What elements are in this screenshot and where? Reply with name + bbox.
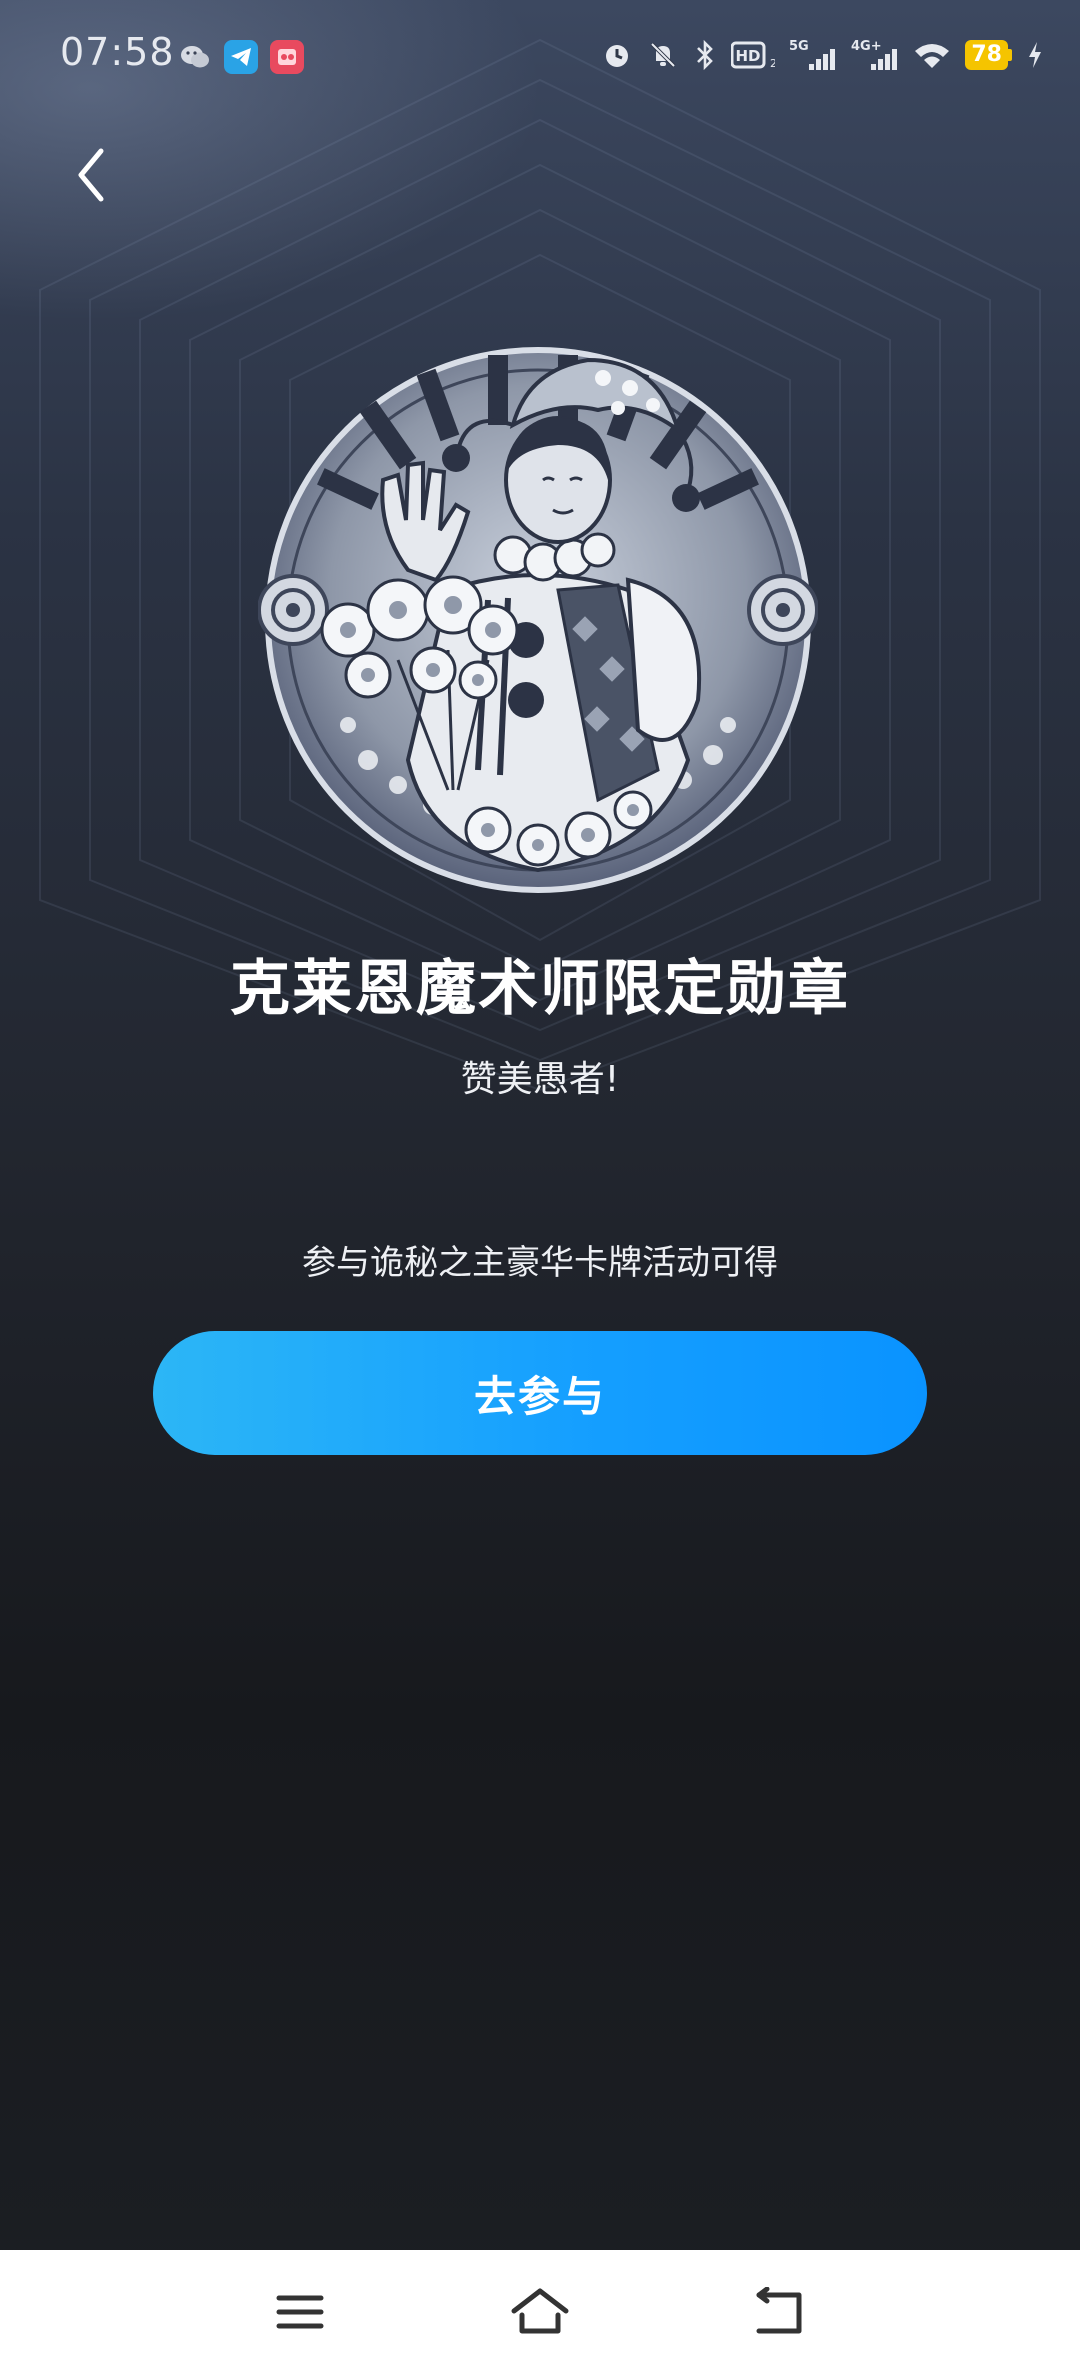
back-icon (756, 2287, 802, 2334)
status-bar: 07:58 HD 2 5G 4G+ 78 (0, 0, 1080, 110)
bluetooth-icon (697, 39, 714, 71)
chevron-left-icon (78, 148, 104, 202)
system-status-icons: HD 2 5G 4G+ 78 (601, 38, 1044, 72)
game-app-icon (270, 40, 304, 74)
badge-obtain-description: 参与诡秘之主豪华卡牌活动可得 (302, 1243, 778, 1283)
join-activity-label: 去参与 (473, 1371, 606, 1421)
badge-medal-image (258, 347, 818, 893)
badge-subtitle: 赞美愚者! (460, 1059, 620, 1100)
back-button[interactable] (60, 140, 120, 210)
nav-menu-button[interactable] (265, 2280, 335, 2344)
svg-text:5G: 5G (789, 39, 809, 54)
telegram-icon (224, 40, 258, 74)
hd-voice-icon: HD 2 (731, 41, 775, 70)
svg-text:HD: HD (736, 47, 761, 65)
system-navigation-bar (0, 2250, 1080, 2376)
mute-icon (650, 42, 676, 68)
alarm-icon (606, 45, 629, 67)
menu-icon (276, 2295, 324, 2329)
join-activity-button[interactable]: 去参与 (153, 1331, 927, 1455)
nav-home-button[interactable] (505, 2280, 575, 2344)
wechat-icon (178, 40, 212, 74)
badge-detail-screen: 07:58 HD 2 5G 4G+ 78 克莱恩魔术师限定勋章 赞美愚者! 参与… (0, 0, 1080, 2376)
nav-back-button[interactable] (745, 2280, 815, 2344)
svg-text:4G+: 4G+ (851, 39, 882, 54)
charging-icon (1029, 42, 1041, 68)
5g-signal-icon: 5G (789, 39, 836, 70)
battery-indicator: 78 (965, 40, 1012, 70)
notification-icons (178, 40, 304, 74)
status-time: 07:58 (60, 30, 175, 74)
battery-level: 78 (965, 40, 1008, 70)
wifi-icon (915, 44, 950, 68)
badge-title: 克莱恩魔术师限定勋章 (230, 954, 850, 1024)
4g-signal-icon: 4G+ (851, 39, 898, 70)
home-icon (511, 2288, 569, 2334)
svg-text:2: 2 (770, 57, 775, 70)
